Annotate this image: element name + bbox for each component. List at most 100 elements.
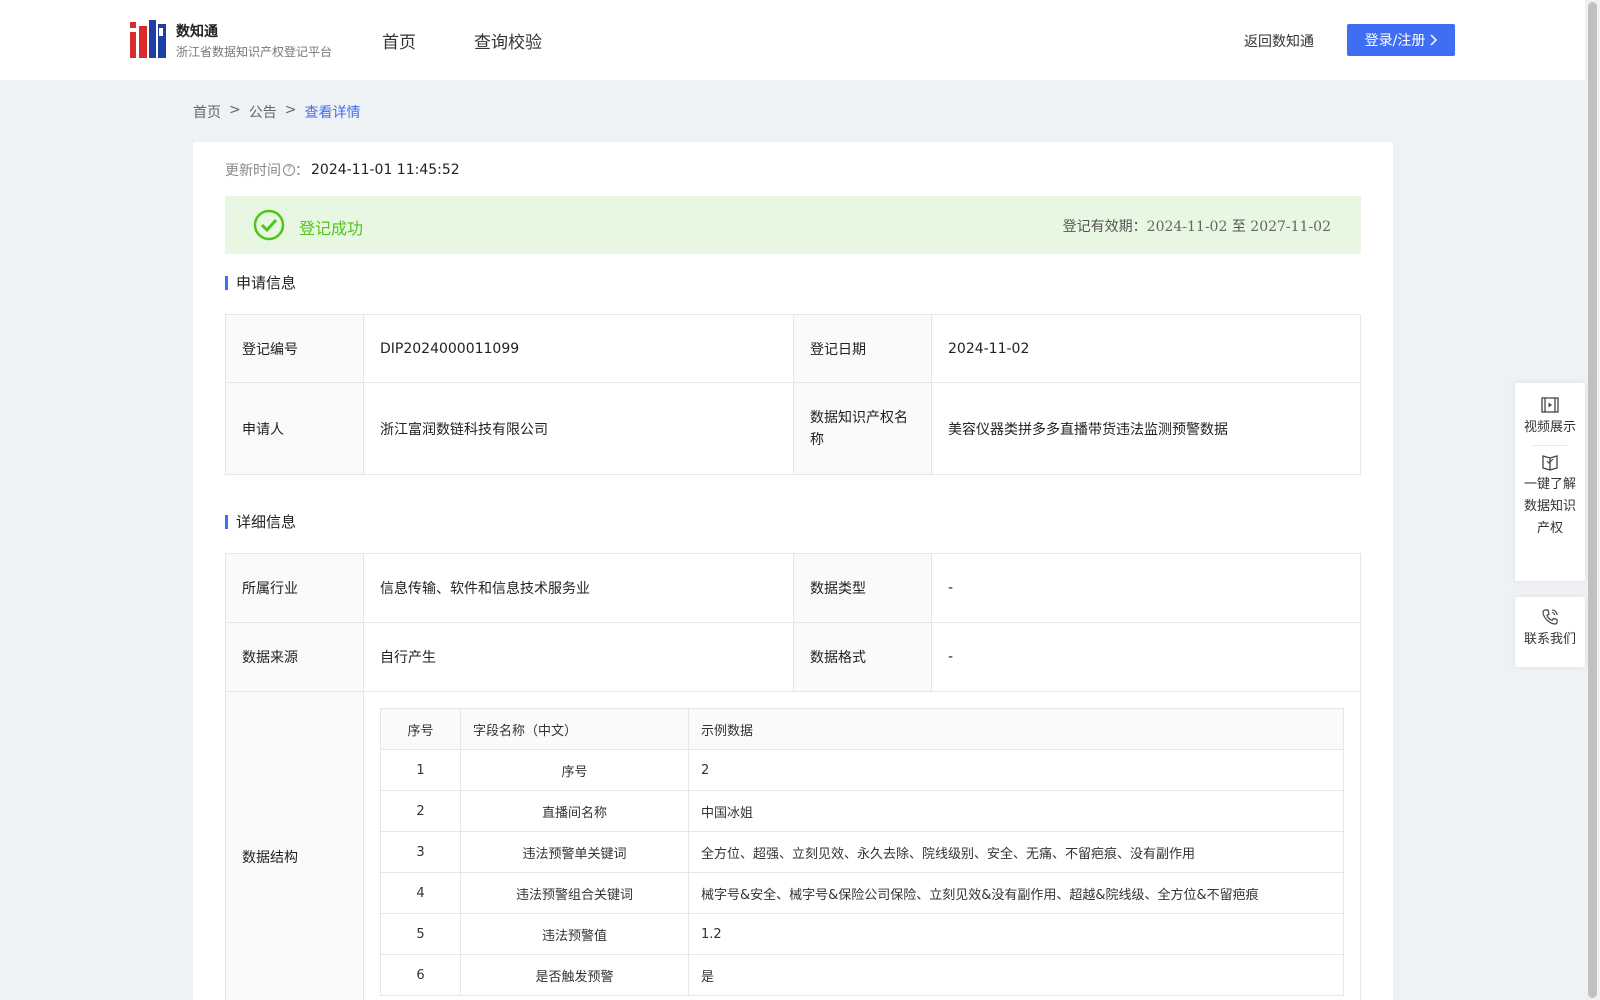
- validity-to: 至: [1231, 219, 1246, 235]
- reg-no-label: 登记编号: [225, 314, 364, 383]
- industry-label: 所属行业: [225, 553, 364, 623]
- application-table: 登记编号 DIP2024000011099 登记日期 2024-11-02 申请…: [225, 314, 1361, 475]
- question-icon[interactable]: ?: [283, 164, 295, 176]
- login-register-button[interactable]: 登录/注册: [1347, 24, 1455, 56]
- data-format-value: -: [931, 622, 1361, 692]
- status-text: 登记成功: [299, 219, 364, 238]
- reg-date-value: 2024-11-02: [931, 314, 1361, 383]
- row-sample-data: 是: [688, 954, 1344, 996]
- table-row: 6 是否触发预警是: [380, 954, 1344, 996]
- nav-query-verify[interactable]: 查询校验: [474, 28, 542, 53]
- applicant-value: 浙江富润数链科技有限公司: [363, 382, 794, 475]
- chevron-right-icon: [1430, 34, 1438, 46]
- reg-date-label: 登记日期: [793, 314, 932, 383]
- table-row: 1 序号 2: [380, 749, 1344, 791]
- update-time-label: 更新时间: [225, 163, 281, 179]
- ip-name-value: 美容仪器类拼多多直播带货违法监测预警数据: [931, 382, 1361, 475]
- side-divider: [1533, 445, 1567, 446]
- learn-ip-button[interactable]: 一键了解 数据知识 产权: [1515, 452, 1585, 540]
- breadcrumb-notice[interactable]: 公告: [249, 102, 277, 122]
- data-type-label: 数据类型: [793, 553, 932, 623]
- update-time-separator: ：: [295, 163, 309, 179]
- section-bar: [225, 275, 228, 290]
- details-title-text: 详细信息: [236, 513, 297, 531]
- validity-end: 2027-11-02: [1250, 219, 1331, 235]
- film-icon: [1541, 397, 1559, 413]
- row-field-name: 是否触发预警: [460, 954, 689, 996]
- logo-icon[interactable]: [130, 20, 166, 58]
- learn-ip-line-3: 产权: [1536, 521, 1563, 536]
- reg-no-value: DIP2024000011099: [363, 314, 794, 383]
- application-section-title: 申请信息: [225, 272, 296, 293]
- top-header: 数知通 浙江省数据知识产权登记平台 首页 查询校验 返回数知通 登录/注册: [0, 0, 1585, 80]
- row-index: 6: [380, 954, 461, 996]
- breadcrumb-separator: >: [284, 102, 297, 118]
- data-structure-cell: 序号 字段名称（中文） 示例数据 1 序号 2 2 直播间名称 中国冰姐 3 违法预警单关键词…: [363, 691, 1361, 1000]
- row-index: 2: [380, 790, 461, 832]
- row-sample-data: 2: [688, 749, 1344, 791]
- table-row: 3 违法预警单关键词 全方位、超强、立刻见效、永久去除、院线级别、安全、无痛、不留疤…: [380, 831, 1344, 873]
- table-row: 4 违法预警组合关键词 械字号&安全、械字号&保险公司保险、立刻见效&没有副作用、超…: [380, 872, 1344, 914]
- book-icon: [1542, 455, 1558, 471]
- breadcrumb-current: 查看详情: [304, 105, 361, 121]
- data-source-value: 自行产生: [363, 622, 794, 692]
- row-field-name: 违法预警单关键词: [460, 831, 689, 873]
- row-field-name: 违法预警组合关键词: [460, 872, 689, 914]
- scrollbar-thumb[interactable]: [1588, 2, 1597, 998]
- details-section-title: 详细信息: [225, 511, 296, 532]
- row-field-name: 违法预警值: [460, 913, 689, 955]
- validity-period: 登记有效期：2024-11-02 至 2027-11-02: [1063, 216, 1331, 236]
- row-index: 1: [380, 749, 461, 791]
- col-header-sample: 示例数据: [688, 708, 1344, 750]
- validity-label: 登记有效期：: [1062, 219, 1147, 235]
- contact-us-button[interactable]: 联系我们: [1515, 607, 1585, 651]
- row-field-name: 直播间名称: [460, 790, 689, 832]
- status-banner: 登记成功 登记有效期：2024-11-02 至 2027-11-02: [225, 196, 1361, 254]
- learn-ip-line-1: 一键了解: [1523, 477, 1576, 492]
- breadcrumb: 首页 > 公告 > 查看详情: [193, 102, 360, 122]
- data-structure-body: 1 序号 2 2 直播间名称 中国冰姐 3 违法预警单关键词 全方位、超强、立刻见效、永久去除、…: [380, 749, 1344, 996]
- logo-subtitle: 浙江省数据知识产权登记平台: [176, 45, 333, 59]
- contact-us-label: 联系我们: [1523, 632, 1576, 647]
- update-time-value: 2024-11-01 11:45:52: [311, 162, 460, 178]
- data-structure-label: 数据结构: [225, 691, 364, 1000]
- side-panel-contact: 联系我们: [1515, 597, 1585, 667]
- row-field-name: 序号: [460, 749, 689, 791]
- update-time-row: 更新时间 ? ： 2024-11-01 11:45:52: [225, 160, 460, 180]
- data-type-value: -: [931, 553, 1361, 623]
- details-table: 所属行业 信息传输、软件和信息技术服务业 数据类型 - 数据来源 自行产生 数据…: [225, 553, 1361, 1000]
- data-format-label: 数据格式: [793, 622, 932, 692]
- application-title-text: 申请信息: [236, 274, 297, 292]
- row-sample-data: 中国冰姐: [688, 790, 1344, 832]
- col-header-index: 序号: [380, 708, 461, 750]
- login-register-label: 登录/注册: [1364, 33, 1426, 49]
- ip-name-label: 数据知识产权名称: [793, 382, 932, 475]
- row-sample-data: 1.2: [688, 913, 1344, 955]
- side-panel-top: 视频展示 一键了解 数据知识 产权: [1515, 383, 1585, 581]
- back-to-shuzhitong-link[interactable]: 返回数知通: [1244, 31, 1314, 51]
- row-index: 5: [380, 913, 461, 955]
- phone-icon: [1542, 609, 1558, 625]
- table-row: 2 直播间名称 中国冰姐: [380, 790, 1344, 832]
- applicant-label: 申请人: [225, 382, 364, 475]
- data-source-label: 数据来源: [225, 622, 364, 692]
- detail-card: 更新时间 ? ： 2024-11-01 11:45:52 登记成功 登记有效期：…: [193, 142, 1393, 1000]
- video-showcase-button[interactable]: 视频展示: [1515, 395, 1585, 439]
- section-bar: [225, 514, 228, 529]
- industry-value: 信息传输、软件和信息技术服务业: [363, 553, 794, 623]
- breadcrumb-separator: >: [229, 102, 241, 118]
- breadcrumb-home[interactable]: 首页: [193, 102, 221, 122]
- nav-home[interactable]: 首页: [382, 28, 416, 53]
- col-header-field-name: 字段名称（中文）: [460, 708, 689, 750]
- row-index: 4: [380, 872, 461, 914]
- row-sample-data: 械字号&安全、械字号&保险公司保险、立刻见效&没有副作用、超越&院线级、全方位&…: [688, 872, 1344, 914]
- row-index: 3: [380, 831, 461, 873]
- table-row: 5 违法预警值 1.2: [380, 913, 1344, 955]
- logo-title: 数知通: [176, 24, 218, 40]
- learn-ip-line-2: 数据知识: [1523, 499, 1576, 514]
- check-circle-icon: [253, 209, 285, 241]
- data-structure-table: 序号 字段名称（中文） 示例数据 1 序号 2 2 直播间名称 中国冰姐 3 违法预警单关键词…: [380, 708, 1344, 996]
- row-sample-data: 全方位、超强、立刻见效、永久去除、院线级别、安全、无痛、不留疤痕、没有副作用: [688, 831, 1344, 873]
- video-showcase-label: 视频展示: [1523, 420, 1576, 435]
- validity-start: 2024-11-02: [1146, 219, 1228, 235]
